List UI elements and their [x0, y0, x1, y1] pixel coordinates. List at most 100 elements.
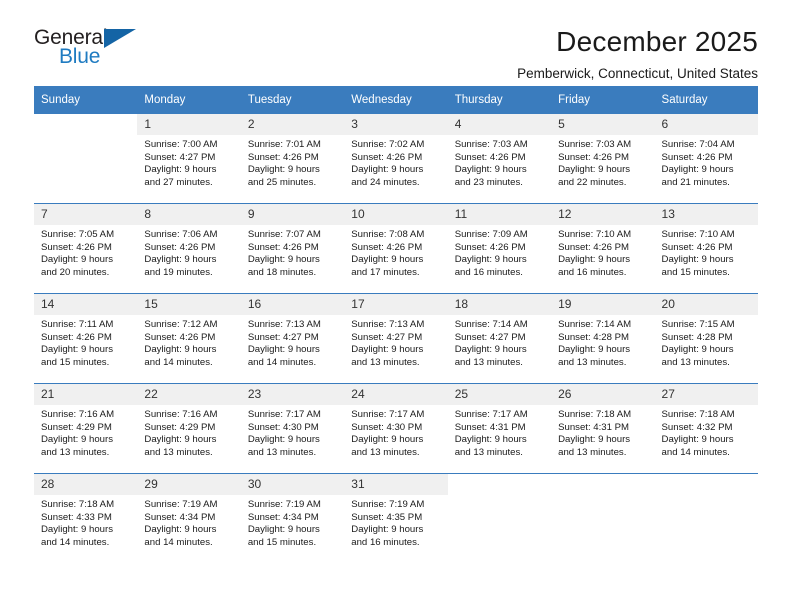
- sunrise-text: Sunrise: 7:06 AM: [144, 229, 218, 240]
- day-number: 14: [34, 294, 138, 315]
- day-number: 1: [137, 114, 241, 135]
- day-cell[interactable]: 16 Sunrise: 7:13 AM Sunset: 4:27 PM Dayl…: [240, 293, 345, 384]
- day-cell[interactable]: 24 Sunrise: 7:17 AM Sunset: 4:30 PM Dayl…: [344, 383, 448, 474]
- daylight-text-line1: Daylight: 9 hours: [247, 254, 320, 266]
- day-details: Sunrise: 7:01 AM Sunset: 4:26 PM Dayligh…: [241, 135, 344, 189]
- sunset-text: Sunset: 4:26 PM: [247, 151, 319, 163]
- day-cell[interactable]: 4 Sunrise: 7:03 AM Sunset: 4:26 PM Dayli…: [447, 114, 552, 204]
- daylight-text-line1: Daylight: 9 hours: [558, 344, 631, 356]
- daylight-text-line1: Daylight: 9 hours: [41, 434, 113, 446]
- day-number: 21: [34, 384, 138, 405]
- daylight-text-line2: and 14 minutes.: [144, 536, 213, 548]
- daylight-text-line2: and 15 minutes.: [41, 356, 110, 368]
- sunrise-text: Sunrise: 7:05 AM: [41, 229, 115, 240]
- daylight-text-line2: and 13 minutes.: [661, 356, 730, 368]
- day-cell[interactable]: 6 Sunrise: 7:04 AM Sunset: 4:26 PM Dayli…: [654, 114, 758, 204]
- sunset-text: Sunset: 4:26 PM: [351, 151, 423, 163]
- daylight-text-line1: Daylight: 9 hours: [661, 434, 734, 446]
- weekday-header-wednesday: Wednesday: [344, 86, 448, 114]
- daylight-text-line2: and 25 minutes.: [247, 176, 317, 188]
- day-number: 30: [240, 474, 345, 495]
- day-cell[interactable]: 27 Sunrise: 7:18 AM Sunset: 4:32 PM Dayl…: [654, 383, 758, 474]
- day-cell[interactable]: 18 Sunrise: 7:14 AM Sunset: 4:27 PM Dayl…: [447, 293, 552, 384]
- day-number: 3: [344, 114, 448, 135]
- day-cell[interactable]: 9 Sunrise: 7:07 AM Sunset: 4:26 PM Dayli…: [240, 203, 345, 294]
- day-number: 29: [137, 474, 241, 495]
- daylight-text-line1: Daylight: 9 hours: [454, 254, 527, 266]
- day-cell[interactable]: 8 Sunrise: 7:06 AM Sunset: 4:26 PM Dayli…: [137, 203, 241, 294]
- day-cell[interactable]: 29 Sunrise: 7:19 AM Sunset: 4:34 PM Dayl…: [137, 473, 241, 563]
- day-cell[interactable]: 19 Sunrise: 7:14 AM Sunset: 4:28 PM Dayl…: [551, 293, 655, 384]
- day-cell[interactable]: 26 Sunrise: 7:18 AM Sunset: 4:31 PM Dayl…: [551, 383, 655, 474]
- day-details: Sunrise: 7:14 AM Sunset: 4:27 PM Dayligh…: [448, 315, 551, 369]
- daylight-text-line1: Daylight: 9 hours: [144, 344, 217, 356]
- day-cell[interactable]: 15 Sunrise: 7:12 AM Sunset: 4:26 PM Dayl…: [137, 293, 241, 384]
- sunrise-text: Sunrise: 7:11 AM: [41, 319, 114, 330]
- day-number: 25: [447, 384, 552, 405]
- day-cell[interactable]: 25 Sunrise: 7:17 AM Sunset: 4:31 PM Dayl…: [447, 383, 552, 474]
- sunset-text: Sunset: 4:35 PM: [351, 511, 423, 523]
- day-details: Sunrise: 7:10 AM Sunset: 4:26 PM Dayligh…: [655, 225, 758, 279]
- daylight-text-line2: and 16 minutes.: [351, 536, 420, 548]
- daylight-text-line2: and 21 minutes.: [661, 176, 730, 188]
- daylight-text-line2: and 27 minutes.: [144, 176, 213, 188]
- daylight-text-line1: Daylight: 9 hours: [247, 434, 320, 446]
- day-cell: [447, 473, 552, 563]
- day-cell[interactable]: 30 Sunrise: 7:19 AM Sunset: 4:34 PM Dayl…: [240, 473, 345, 563]
- daylight-text-line1: Daylight: 9 hours: [351, 434, 424, 446]
- day-cell[interactable]: 21 Sunrise: 7:16 AM Sunset: 4:29 PM Dayl…: [34, 383, 138, 474]
- daylight-text-line2: and 22 minutes.: [558, 176, 627, 188]
- sunrise-text: Sunrise: 7:04 AM: [661, 139, 735, 150]
- day-details: Sunrise: 7:16 AM Sunset: 4:29 PM Dayligh…: [34, 405, 137, 459]
- sunset-text: Sunset: 4:29 PM: [144, 421, 216, 433]
- day-number: 19: [551, 294, 655, 315]
- sunrise-text: Sunrise: 7:18 AM: [41, 499, 115, 510]
- day-cell[interactable]: 14 Sunrise: 7:11 AM Sunset: 4:26 PM Dayl…: [34, 293, 138, 384]
- daylight-text-line2: and 13 minutes.: [454, 356, 523, 368]
- daylight-text-line2: and 18 minutes.: [247, 266, 317, 278]
- sunrise-text: Sunrise: 7:08 AM: [351, 229, 425, 240]
- logo-triangle-icon: [104, 29, 136, 48]
- day-details: Sunrise: 7:07 AM Sunset: 4:26 PM Dayligh…: [241, 225, 344, 279]
- day-number: 26: [551, 384, 655, 405]
- day-details: Sunrise: 7:19 AM Sunset: 4:35 PM Dayligh…: [344, 495, 447, 549]
- daylight-text-line1: Daylight: 9 hours: [351, 524, 424, 536]
- weekday-header-sunday: Sunday: [34, 86, 138, 114]
- day-number: 23: [240, 384, 345, 405]
- day-cell[interactable]: 1 Sunrise: 7:00 AM Sunset: 4:27 PM Dayli…: [137, 114, 241, 204]
- sunrise-text: Sunrise: 7:09 AM: [454, 229, 528, 240]
- sunset-text: Sunset: 4:26 PM: [144, 331, 216, 343]
- sunrise-text: Sunrise: 7:16 AM: [41, 409, 115, 420]
- sunset-text: Sunset: 4:26 PM: [144, 241, 216, 253]
- day-details: Sunrise: 7:19 AM Sunset: 4:34 PM Dayligh…: [241, 495, 344, 549]
- day-cell[interactable]: 10 Sunrise: 7:08 AM Sunset: 4:26 PM Dayl…: [344, 203, 448, 294]
- day-cell[interactable]: 28 Sunrise: 7:18 AM Sunset: 4:33 PM Dayl…: [34, 473, 138, 563]
- day-cell[interactable]: 23 Sunrise: 7:17 AM Sunset: 4:30 PM Dayl…: [240, 383, 345, 474]
- day-cell: [551, 473, 655, 563]
- day-cell[interactable]: 11 Sunrise: 7:09 AM Sunset: 4:26 PM Dayl…: [447, 203, 552, 294]
- weekday-header-tuesday: Tuesday: [240, 86, 345, 114]
- calendar-body: 1 Sunrise: 7:00 AM Sunset: 4:27 PM Dayli…: [34, 114, 758, 563]
- day-cell[interactable]: 7 Sunrise: 7:05 AM Sunset: 4:26 PM Dayli…: [34, 203, 138, 294]
- day-cell[interactable]: 31 Sunrise: 7:19 AM Sunset: 4:35 PM Dayl…: [344, 473, 448, 563]
- day-cell[interactable]: 20 Sunrise: 7:15 AM Sunset: 4:28 PM Dayl…: [654, 293, 758, 384]
- day-cell[interactable]: 13 Sunrise: 7:10 AM Sunset: 4:26 PM Dayl…: [654, 203, 758, 294]
- sunset-text: Sunset: 4:29 PM: [41, 421, 112, 433]
- daylight-text-line2: and 13 minutes.: [351, 356, 420, 368]
- day-cell[interactable]: 5 Sunrise: 7:03 AM Sunset: 4:26 PM Dayli…: [551, 114, 655, 204]
- day-details: Sunrise: 7:05 AM Sunset: 4:26 PM Dayligh…: [34, 225, 137, 279]
- general-blue-logo[interactable]: General Blue: [34, 26, 154, 72]
- day-details: Sunrise: 7:10 AM Sunset: 4:26 PM Dayligh…: [551, 225, 654, 279]
- day-cell[interactable]: 17 Sunrise: 7:13 AM Sunset: 4:27 PM Dayl…: [344, 293, 448, 384]
- daylight-text-line1: Daylight: 9 hours: [661, 344, 734, 356]
- day-details: Sunrise: 7:17 AM Sunset: 4:30 PM Dayligh…: [344, 405, 447, 459]
- day-cell[interactable]: 3 Sunrise: 7:02 AM Sunset: 4:26 PM Dayli…: [344, 114, 448, 204]
- daylight-text-line2: and 14 minutes.: [41, 536, 110, 548]
- daylight-text-line2: and 13 minutes.: [351, 446, 420, 458]
- day-details: Sunrise: 7:15 AM Sunset: 4:28 PM Dayligh…: [655, 315, 758, 369]
- day-cell[interactable]: 22 Sunrise: 7:16 AM Sunset: 4:29 PM Dayl…: [137, 383, 241, 474]
- day-details: Sunrise: 7:12 AM Sunset: 4:26 PM Dayligh…: [137, 315, 240, 369]
- sunset-text: Sunset: 4:34 PM: [247, 511, 319, 523]
- day-cell[interactable]: 12 Sunrise: 7:10 AM Sunset: 4:26 PM Dayl…: [551, 203, 655, 294]
- day-cell[interactable]: 2 Sunrise: 7:01 AM Sunset: 4:26 PM Dayli…: [240, 114, 345, 204]
